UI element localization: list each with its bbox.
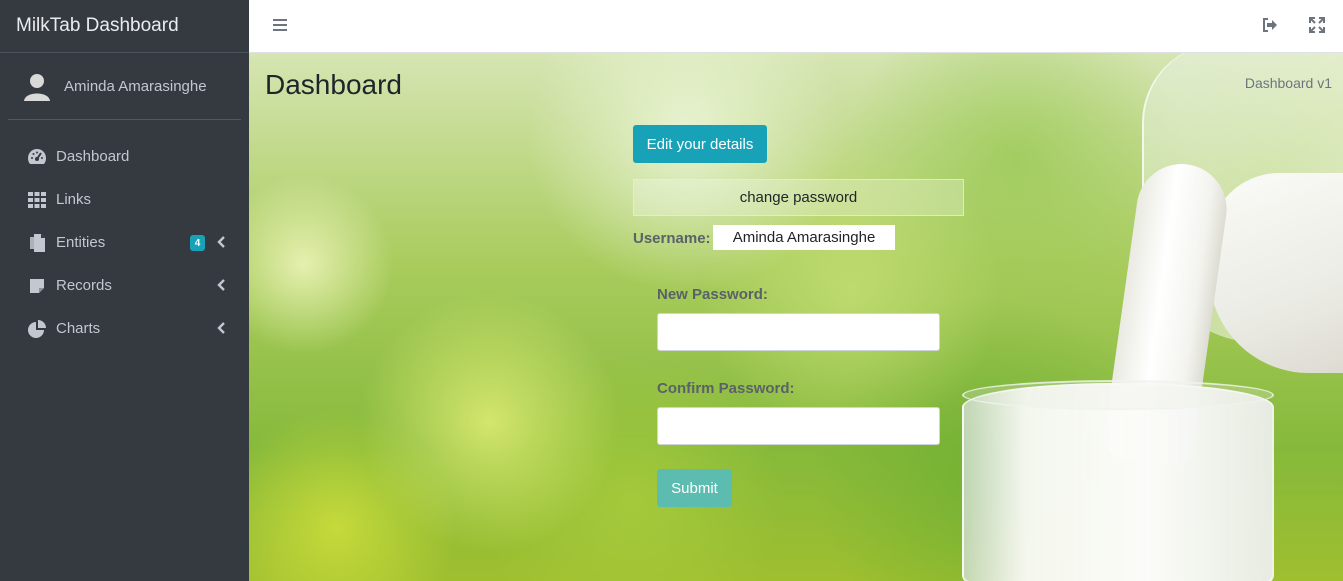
grid-icon: [26, 189, 48, 211]
new-password-label: New Password:: [657, 286, 768, 303]
confirm-password-field[interactable]: [657, 407, 940, 445]
brand-title[interactable]: MilkTab Dashboard: [16, 15, 179, 37]
pie-chart-icon: [26, 318, 48, 340]
top-navbar: [249, 0, 1343, 53]
sidebar-item-label: Entities: [56, 234, 106, 251]
sidebar-item-label: Links: [56, 191, 92, 208]
milk-glass-rim-graphic: [962, 380, 1274, 410]
user-name[interactable]: Aminda Amarasinghe: [64, 78, 207, 95]
sidebar-item-label: Records: [56, 277, 112, 294]
chevron-left-icon: [215, 235, 227, 249]
sidebar-item-charts[interactable]: Charts: [8, 307, 241, 350]
change-password-header: change password: [633, 179, 964, 216]
username-value: Aminda Amarasinghe: [713, 225, 895, 250]
user-panel: Aminda Amarasinghe: [8, 53, 241, 120]
page-title: Dashboard: [265, 69, 402, 100]
sidebar-item-label: Dashboard: [56, 148, 130, 165]
sign-out-icon[interactable]: [1261, 16, 1279, 34]
sidebar-item-links[interactable]: Links: [8, 178, 241, 221]
sidebar: MilkTab Dashboard Aminda Amarasinghe Das…: [0, 0, 249, 581]
main-content: Dashboard Dashboard v1 Edit your details…: [249, 53, 1343, 581]
copy-icon: [26, 232, 48, 254]
sticky-note-icon: [26, 275, 48, 297]
sidebar-item-entities[interactable]: Entities 4: [8, 221, 241, 264]
user-avatar-icon: [22, 71, 52, 101]
change-password-title: change password: [739, 189, 858, 206]
brand[interactable]: MilkTab Dashboard: [0, 0, 249, 53]
sidebar-item-label: Charts: [56, 320, 101, 337]
expand-icon[interactable]: [1308, 16, 1326, 34]
username-label: Username:: [633, 230, 711, 247]
tachometer-icon: [26, 146, 48, 168]
breadcrumb[interactable]: Dashboard v1: [1245, 75, 1332, 91]
entities-count-badge: 4: [190, 235, 205, 251]
confirm-password-label: Confirm Password:: [657, 380, 795, 397]
edit-details-button[interactable]: Edit your details: [633, 125, 767, 163]
submit-button[interactable]: Submit: [657, 469, 732, 507]
sidebar-item-records[interactable]: Records: [8, 264, 241, 307]
hamburger-icon[interactable]: [271, 16, 289, 34]
chevron-left-icon: [215, 278, 227, 292]
sidebar-item-dashboard[interactable]: Dashboard: [8, 135, 241, 178]
milk-glass-graphic: [962, 383, 1274, 581]
sidebar-nav: Dashboard Links Entities 4 Records Chart…: [0, 135, 249, 350]
chevron-left-icon: [215, 321, 227, 335]
new-password-field[interactable]: [657, 313, 940, 351]
